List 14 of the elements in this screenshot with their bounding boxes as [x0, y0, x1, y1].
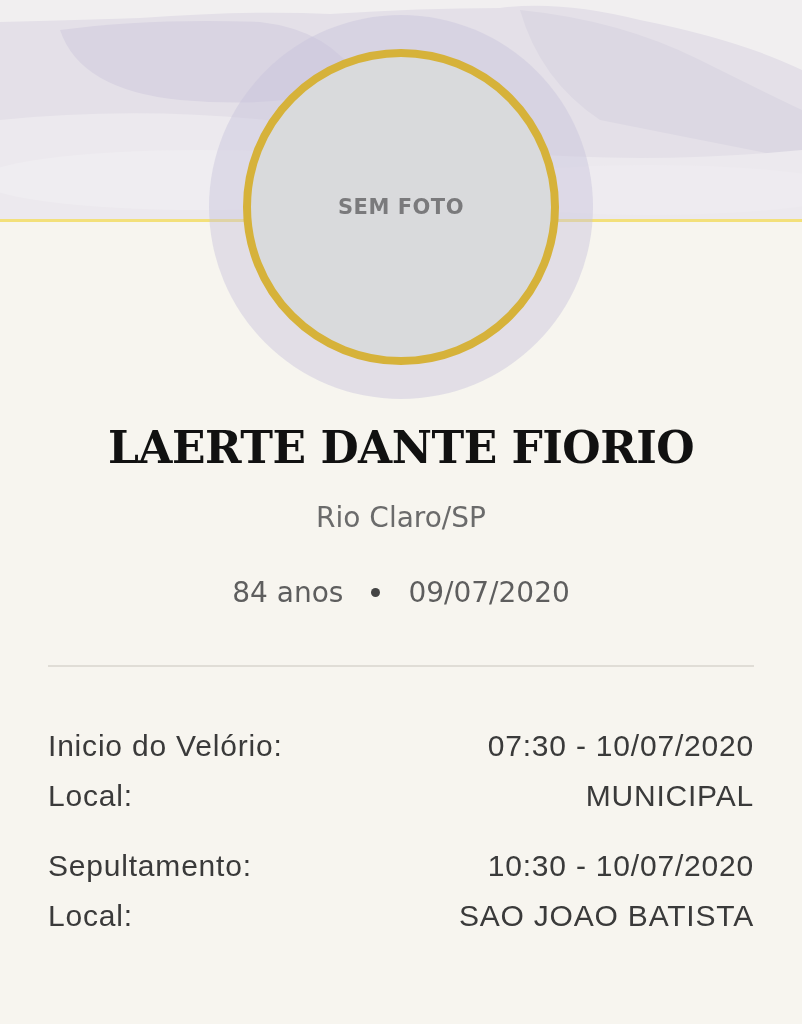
- detail-value: 07:30 - 10/07/2020: [487, 729, 754, 763]
- detail-value: 10:30 - 10/07/2020: [487, 849, 754, 883]
- detail-value: MUNICIPAL: [585, 779, 754, 813]
- deceased-name: LAERTE DANTE FIORIO: [106, 422, 696, 473]
- detail-label: Inicio do Velório:: [48, 729, 283, 763]
- detail-label: Sepultamento:: [48, 849, 252, 883]
- date-text: 09/07/2020: [408, 576, 570, 609]
- detail-value: SAO JOAO BATISTA: [458, 899, 754, 933]
- detail-label: Local:: [48, 779, 133, 813]
- detail-label: Local:: [48, 899, 133, 933]
- age-text: 84 anos: [232, 576, 344, 609]
- no-photo-text: SEM FOTO: [337, 195, 465, 219]
- location-text: Rio Claro/SP: [315, 501, 487, 534]
- bullet-icon: [371, 588, 381, 597]
